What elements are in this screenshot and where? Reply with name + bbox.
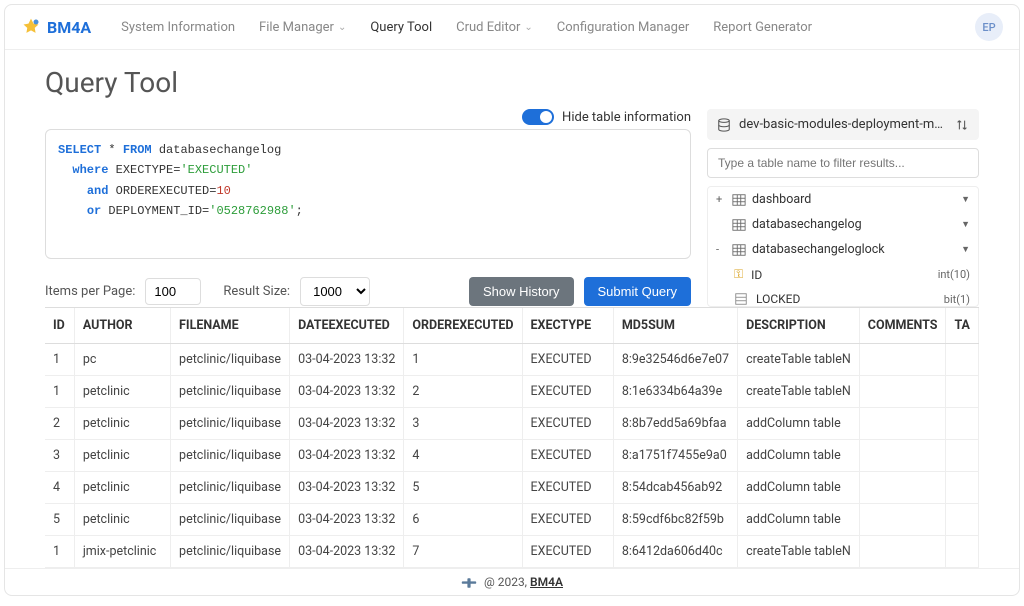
footer-brand-link[interactable]: BM4A — [530, 575, 563, 589]
items-per-page-label: Items per Page: — [45, 284, 135, 299]
navbar: BM4A System InformationFile Manager⌄Quer… — [5, 5, 1019, 50]
caret-down-icon[interactable]: ▼ — [961, 219, 970, 230]
logo-icon — [21, 17, 41, 37]
tree-column[interactable]: LOCKEDbit(1) — [708, 287, 978, 307]
caret-down-icon[interactable]: ▼ — [961, 194, 970, 205]
items-per-page-input[interactable] — [145, 278, 201, 305]
page-title: Query Tool — [5, 50, 1019, 109]
chevron-down-icon: ⌄ — [338, 22, 346, 33]
sql-editor[interactable]: SELECT * FROM databasechangelog where EX… — [45, 129, 691, 259]
results-table: IDAUTHORFILENAMEDATEEXECUTEDORDEREXECUTE… — [45, 308, 979, 568]
col-header[interactable]: ORDEREXECUTED — [404, 308, 522, 344]
brand-text: BM4A — [47, 18, 91, 37]
key-icon: ⚿ — [734, 267, 743, 282]
caret-down-icon[interactable]: ▼ — [961, 244, 970, 255]
col-header[interactable]: DATEEXECUTED — [290, 308, 404, 344]
table-row[interactable]: 1pcpetclinic/liquibase03-04-2023 13:321E… — [45, 344, 979, 376]
col-header[interactable]: TA — [946, 308, 979, 344]
col-header[interactable]: FILENAME — [171, 308, 290, 344]
table-row[interactable]: 1petclinicpetclinic/liquibase03-04-2023 … — [45, 376, 979, 408]
table-row[interactable]: 1jmix-petclinicpetclinic/liquibase03-04-… — [45, 536, 979, 568]
table-filter-input[interactable] — [707, 148, 979, 178]
avatar[interactable]: EP — [975, 13, 1003, 41]
col-header[interactable]: EXECTYPE — [522, 308, 613, 344]
table-row[interactable]: 4petclinicpetclinic/liquibase03-04-2023 … — [45, 472, 979, 504]
table-icon — [732, 243, 746, 257]
nav-system-information[interactable]: System Information — [111, 14, 245, 41]
database-header[interactable]: dev-basic-modules-deployment-main — [707, 109, 979, 140]
result-size-select[interactable]: 1000 — [300, 277, 370, 306]
table-icon — [732, 193, 746, 207]
nav-query-tool[interactable]: Query Tool — [360, 14, 442, 41]
tree-table-dashboard[interactable]: +dashboard▼ — [708, 187, 978, 212]
chevron-down-icon: ⌄ — [524, 22, 532, 33]
footer: @ 2023, BM4A — [5, 568, 1019, 595]
tree-toggle-icon[interactable]: + — [716, 193, 726, 206]
table-row[interactable]: 3petclinicpetclinic/liquibase03-04-2023 … — [45, 440, 979, 472]
hide-table-toggle[interactable] — [522, 109, 554, 125]
database-icon — [717, 118, 731, 132]
sort-icon[interactable] — [955, 118, 969, 132]
table-tree: +dashboard▼databasechangelog▼-databasech… — [707, 186, 979, 307]
col-header[interactable]: MD5SUM — [613, 308, 737, 344]
column-icon — [734, 292, 748, 306]
results-table-container: IDAUTHORFILENAMEDATEEXECUTEDORDEREXECUTE… — [45, 307, 979, 568]
tree-column[interactable]: ⚿IDint(10) — [708, 262, 978, 287]
col-header[interactable]: AUTHOR — [74, 308, 170, 344]
table-icon — [732, 218, 746, 232]
show-history-button[interactable]: Show History — [469, 277, 574, 306]
nav-file-manager[interactable]: File Manager⌄ — [249, 14, 356, 41]
tree-table-databasechangeloglock[interactable]: -databasechangeloglock▼ — [708, 237, 978, 262]
tree-toggle-icon[interactable]: - — [716, 243, 726, 256]
nav-configuration-manager[interactable]: Configuration Manager — [547, 14, 699, 41]
nav-crud-editor[interactable]: Crud Editor⌄ — [446, 14, 543, 41]
tree-table-databasechangelog[interactable]: databasechangelog▼ — [708, 212, 978, 237]
submit-query-button[interactable]: Submit Query — [584, 277, 691, 306]
col-header[interactable]: DESCRIPTION — [738, 308, 860, 344]
table-row[interactable]: 5petclinicpetclinic/liquibase03-04-2023 … — [45, 504, 979, 536]
col-header[interactable]: COMMENTS — [859, 308, 946, 344]
result-size-label: Result Size: — [223, 284, 290, 299]
nav-report-generator[interactable]: Report Generator — [703, 14, 822, 41]
database-name: dev-basic-modules-deployment-main — [739, 117, 947, 132]
footer-icon — [461, 577, 477, 589]
logo[interactable]: BM4A — [21, 17, 91, 37]
toggle-label: Hide table information — [562, 110, 691, 125]
col-header[interactable]: ID — [45, 308, 74, 344]
table-row[interactable]: 2petclinicpetclinic/liquibase03-04-2023 … — [45, 408, 979, 440]
